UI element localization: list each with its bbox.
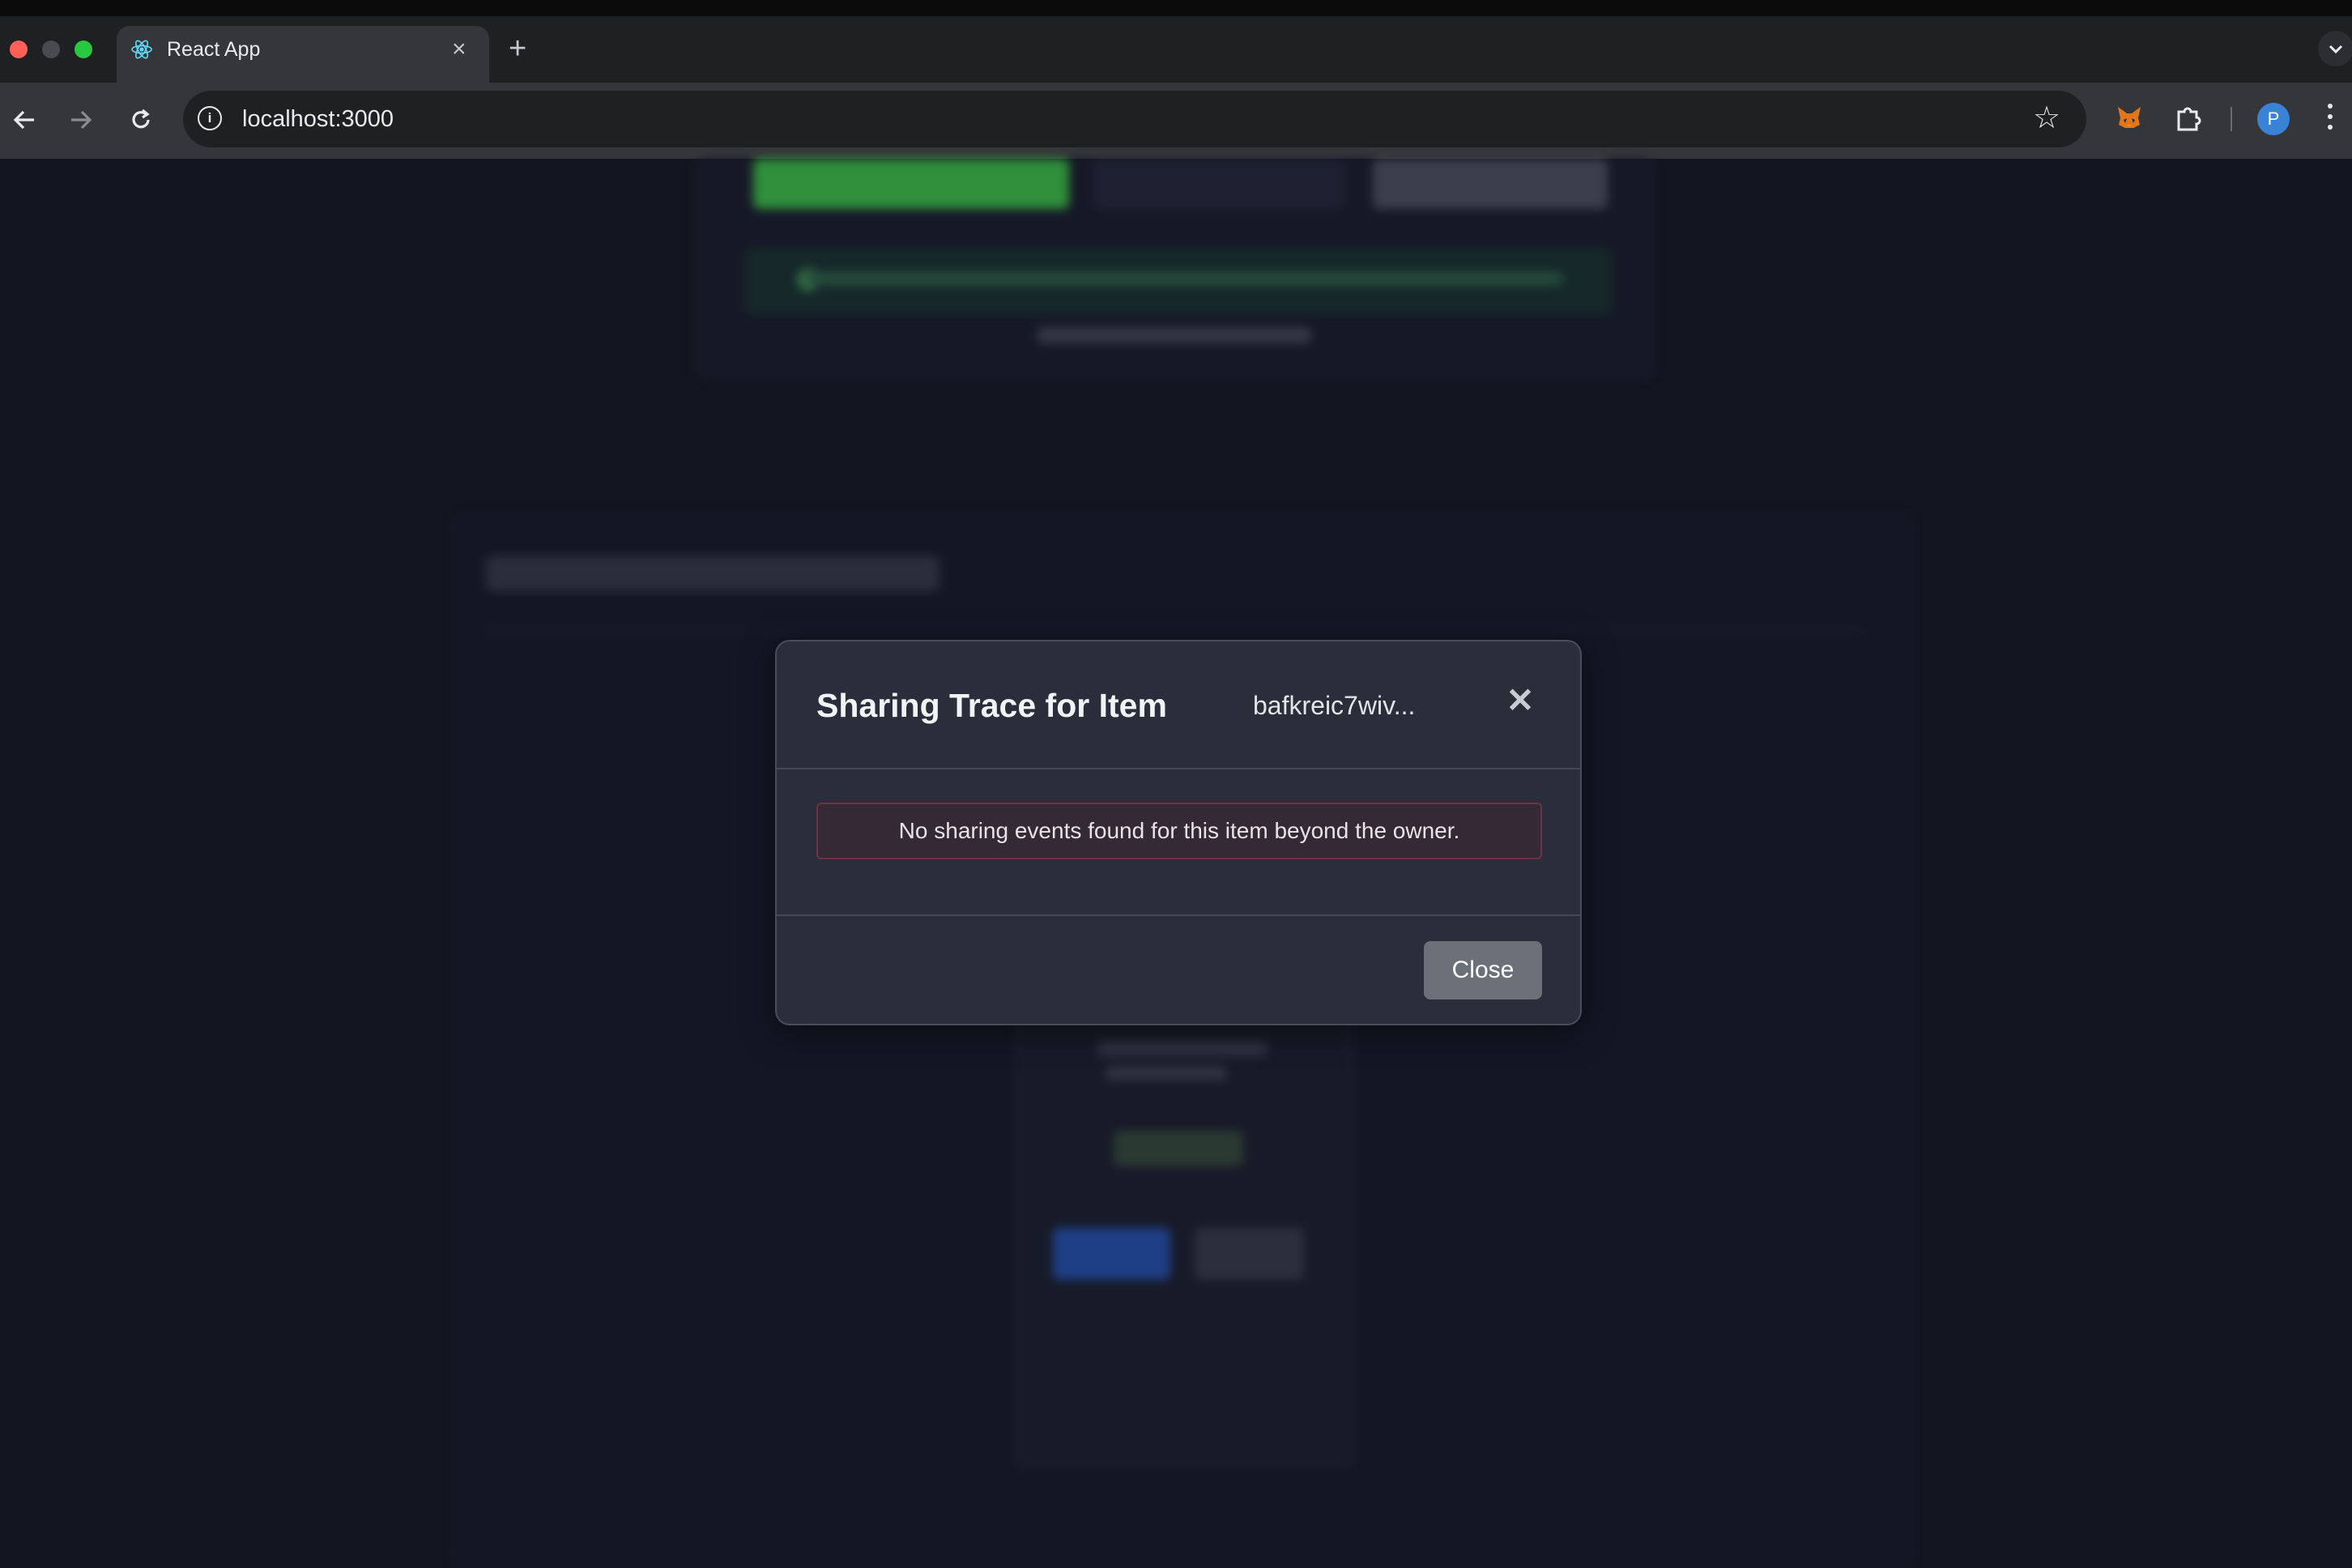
toolbar-separator (2231, 107, 2232, 131)
forward-arrow-icon[interactable] (66, 105, 96, 134)
modal-title: Sharing Trace for Item (816, 687, 1167, 724)
background-card-title (1097, 1042, 1268, 1056)
url-text[interactable]: localhost:3000 (242, 105, 394, 133)
background-card-subtitle (1106, 1066, 1227, 1080)
modal-footer-divider (777, 914, 1580, 916)
window-top-strip (0, 0, 2352, 16)
profile-avatar[interactable]: P (2257, 103, 2290, 135)
browser-menu-icon[interactable] (2326, 104, 2334, 134)
modal-close-button[interactable]: Close (1424, 941, 1542, 999)
site-info-icon[interactable]: i (198, 106, 222, 130)
background-grey-button (1373, 159, 1608, 209)
window-zoom-dot[interactable] (75, 40, 92, 58)
bookmark-star-icon[interactable]: ☆ (2033, 100, 2060, 136)
window-close-dot[interactable] (10, 40, 28, 58)
background-green-button (753, 159, 1069, 209)
metamask-fox-icon[interactable] (2116, 104, 2143, 131)
modal-close-icon[interactable]: ✕ (1502, 683, 1538, 718)
new-tab-icon[interactable]: + (509, 31, 526, 66)
background-card-secondary-button (1195, 1228, 1304, 1280)
address-bar[interactable] (183, 91, 2086, 147)
background-card-primary-button (1053, 1228, 1170, 1280)
modal-header-divider (777, 768, 1580, 769)
modal-item-cid: bafkreic7wiv... (1253, 691, 1416, 720)
back-arrow-icon[interactable] (10, 105, 39, 134)
tab-close-icon[interactable]: × (452, 35, 467, 64)
background-subtext (1037, 327, 1312, 343)
no-events-alert: No sharing events found for this item be… (816, 803, 1542, 859)
tab-list-chevron-icon[interactable] (2318, 31, 2352, 66)
reload-icon[interactable] (126, 105, 156, 134)
extensions-puzzle-icon[interactable] (2172, 102, 2205, 134)
tab-title: React App (167, 38, 261, 61)
background-divider (486, 628, 1863, 630)
react-logo-icon (131, 40, 152, 59)
background-card-badge (1114, 1131, 1243, 1166)
background-notice-text (802, 272, 1563, 285)
background-heading (486, 556, 940, 591)
background-dark-button (1093, 159, 1344, 209)
window-minimize-dot[interactable] (42, 40, 60, 58)
